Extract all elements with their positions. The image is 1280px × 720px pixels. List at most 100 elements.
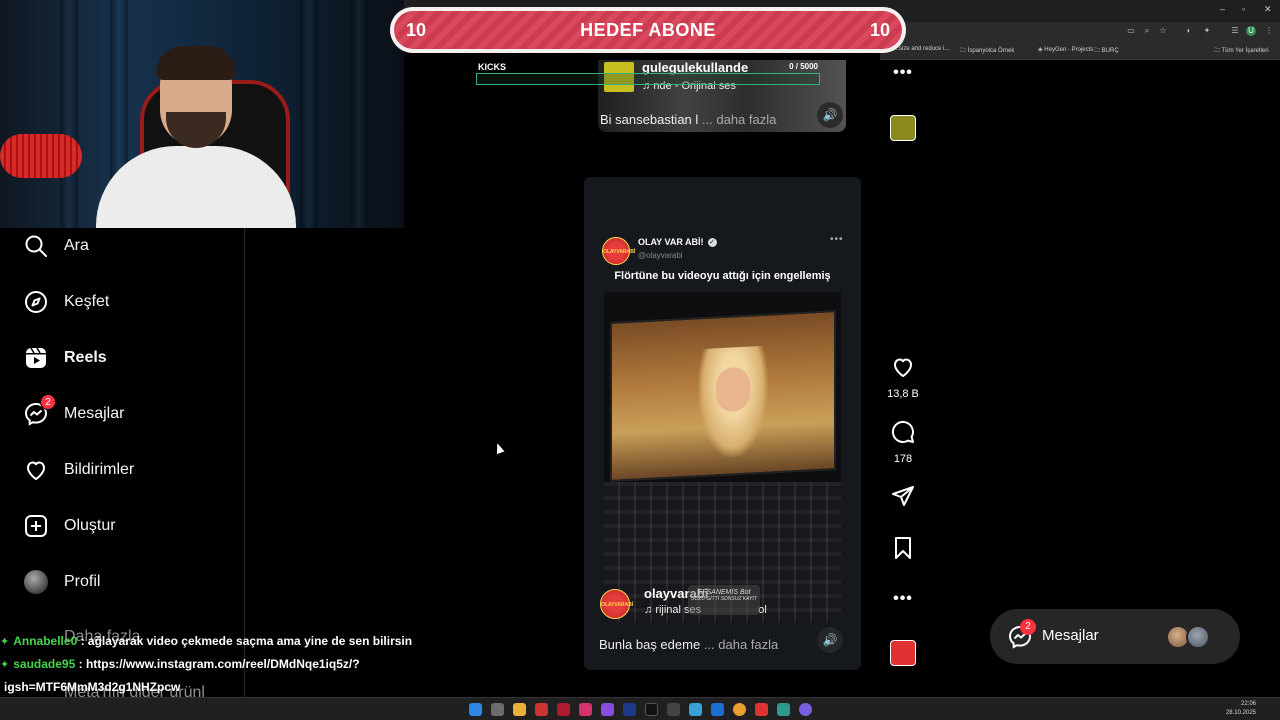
chrome-icon[interactable] — [733, 703, 746, 716]
more-options-icon[interactable]: ••• — [882, 590, 924, 608]
app-icon[interactable] — [689, 703, 702, 716]
reel-user-avatar[interactable]: OLAYVARABİ — [600, 589, 633, 619]
more-link[interactable]: ... daha fazla — [702, 112, 776, 127]
kicks-label: KICKS — [478, 62, 507, 72]
sidebar-item-label: Oluştur — [64, 517, 116, 534]
taskbar: 22:06 28.10.2025 — [0, 697, 1280, 720]
volume-button[interactable]: 🔊 — [817, 102, 843, 128]
comment-count: 178 — [893, 453, 913, 465]
comment-button[interactable]: 178 — [882, 420, 924, 465]
compass-icon — [24, 290, 48, 314]
sidebar-item-reels[interactable]: Reels — [24, 344, 107, 372]
chat-message: ✦ Annabelle0 : ağlayarak video çekmede sa… — [0, 634, 413, 648]
microphone — [0, 134, 82, 178]
app-icon[interactable] — [777, 703, 790, 716]
star-icon[interactable]: ☆ — [1158, 26, 1168, 36]
watermark: EFSANEMİS Bot SÖZÜ GİTTİ SONSUZ KAYIT — [688, 585, 760, 615]
reel-actions: ••• 13,8 B 178 ••• — [882, 0, 924, 720]
bookmark-icon — [882, 536, 924, 565]
edge-icon[interactable] — [711, 703, 724, 716]
post-headline: Flörtüne bu videoyu attığı için engellem… — [614, 270, 831, 282]
video-person-face — [716, 366, 750, 413]
previous-reel-audio-thumb[interactable] — [882, 115, 924, 141]
puzzle-icon[interactable]: ✦ — [1202, 26, 1212, 36]
like-count: 13,8 B — [887, 388, 919, 400]
share-button[interactable] — [882, 484, 924, 513]
curtain-fold — [350, 0, 368, 228]
music-note-icon: ♫ — [644, 604, 656, 616]
photoshop-icon[interactable] — [623, 703, 636, 716]
minimize-icon[interactable]: – — [1220, 4, 1225, 14]
speaker-icon: 🔊 — [822, 633, 838, 647]
more-link[interactable]: ... daha fazla — [704, 637, 778, 652]
sidebar-item-search[interactable]: Ara — [24, 232, 89, 260]
maximize-icon[interactable]: ▫ — [1242, 4, 1245, 14]
kicks-goal: KICKS 0 / 5000 — [476, 60, 820, 86]
comment-icon — [882, 420, 924, 449]
kicks-count: 0 / 5000 — [789, 62, 818, 71]
subscriber-goal-banner: 10 HEDEF ABONE 10 — [390, 7, 906, 53]
more-vert-icon[interactable]: ⋮ — [1264, 26, 1274, 36]
menu-icon[interactable]: ☰ — [1230, 26, 1240, 36]
mouse-cursor — [493, 441, 505, 455]
sidebar-item-label: Keşfet — [64, 293, 110, 310]
sidebar-item-label: Profil — [64, 573, 101, 590]
cast-icon[interactable]: ▭ — [1126, 26, 1136, 36]
messages-pill[interactable]: 2 Mesajlar — [990, 609, 1240, 664]
goal-left-count: 10 — [406, 19, 427, 40]
stream-chat: ✦ Annabelle0 : ağlayarak video çekmede sa… — [0, 630, 420, 698]
sidebar-item-notifications[interactable]: Bildirimler — [24, 456, 134, 484]
reels-icon — [24, 346, 48, 370]
bookmark-item[interactable]: 🗀 İspanyolca Örnek — [960, 46, 1014, 56]
sidebar-item-label: Bildirimler — [64, 461, 135, 478]
app-icon[interactable] — [755, 703, 768, 716]
sidebar-item-label: Ara — [64, 237, 89, 254]
reel-caption: Bunla baş edeme ... daha fazla — [599, 637, 779, 652]
reel-audio-thumb[interactable] — [882, 640, 924, 666]
folder-icon[interactable] — [513, 703, 526, 716]
avatar — [1186, 625, 1210, 649]
sidebar-item-create[interactable]: Oluştur — [24, 512, 116, 540]
diamond-icon: ✦ — [0, 659, 10, 671]
instagram-icon[interactable] — [579, 703, 592, 716]
post-avatar: OLAYVARABİ — [602, 237, 635, 265]
profile-icon[interactable]: U — [1246, 26, 1256, 36]
opera-icon[interactable] — [557, 703, 570, 716]
curtain-fold — [300, 0, 318, 228]
save-button[interactable] — [882, 536, 924, 565]
volume-button[interactable]: 🔊 — [817, 627, 843, 653]
heart-icon — [882, 355, 924, 384]
video-frame[interactable] — [604, 292, 841, 622]
tiktok-icon[interactable] — [645, 703, 658, 716]
task-view-icon[interactable] — [491, 703, 504, 716]
post-name: OLAY VAR ABİ! ✓ — [638, 237, 717, 247]
messenger-icon: 2 — [24, 394, 56, 426]
extension-icon[interactable]: ◐ — [1184, 26, 1194, 36]
speaker-icon: 🔊 — [822, 108, 838, 122]
post-handle: @olayvarabi — [638, 251, 683, 260]
search-icon — [24, 234, 48, 258]
start-icon[interactable] — [469, 703, 482, 716]
zoom-icon[interactable]: ⌕ — [1142, 26, 1152, 36]
goal-title: HEDEF ABONE — [580, 19, 716, 40]
bookmark-item[interactable]: 🗀 BURÇ — [1094, 46, 1119, 56]
sidebar-item-label: Mesajlar — [64, 405, 125, 422]
verified-icon: ✓ — [707, 237, 717, 247]
current-reel[interactable]: OLAYVARABİ OLAY VAR ABİ! ✓ @olayvarabi ••… — [584, 177, 861, 670]
app-icon[interactable] — [667, 703, 680, 716]
close-icon[interactable]: ✕ — [1264, 4, 1272, 15]
notification-badge: 2 — [1020, 619, 1036, 635]
sidebar-item-profile[interactable]: Profil — [24, 568, 100, 596]
system-clock[interactable]: 22:06 28.10.2025 — [1226, 700, 1256, 718]
sidebar-item-messages[interactable]: 2 Mesajlar — [24, 394, 125, 428]
app-icon[interactable] — [535, 703, 548, 716]
sidebar-item-explore[interactable]: Keşfet — [24, 288, 109, 316]
bookmark-item[interactable]: ◈ HeyGen - Projects — [1038, 46, 1093, 53]
app-icon[interactable] — [601, 703, 614, 716]
app-icon[interactable] — [799, 703, 812, 716]
send-icon — [882, 484, 924, 513]
more-options-icon[interactable]: ••• — [882, 64, 924, 82]
webcam-overlay — [0, 0, 404, 228]
bookmark-item[interactable]: 🗀 Tüm Yer İşaretleri — [1214, 46, 1269, 56]
like-button[interactable]: 13,8 B — [882, 355, 924, 400]
